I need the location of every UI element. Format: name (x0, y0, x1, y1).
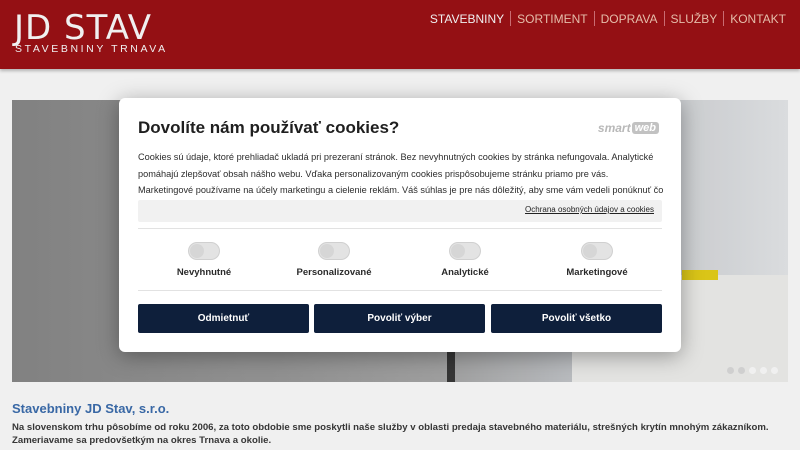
smartweb-logo-box: web (631, 122, 659, 134)
toggle-label: Marketingové (566, 267, 628, 278)
privacy-policy-link[interactable]: Ochrana osobných údajov a cookies (525, 205, 654, 214)
toggle-group-necessary: Nevyhnutné (139, 242, 269, 278)
personalized-toggle[interactable] (318, 242, 350, 260)
toggle-group-analytics: Analytické (400, 242, 530, 278)
toggle-label: Nevyhnutné (176, 267, 232, 278)
toggle-knob (583, 244, 597, 258)
toggle-group-personalized: Personalizované (269, 242, 399, 278)
divider (138, 290, 662, 291)
smartweb-logo: smart web (598, 121, 659, 135)
marketing-toggle[interactable] (581, 242, 613, 260)
allow-selection-button[interactable]: Povoliť výber (314, 304, 485, 333)
toggle-knob (451, 244, 465, 258)
divider (138, 228, 662, 229)
cookie-dialog-title: Dovolíte nám používať cookies? (138, 118, 400, 137)
toggle-group-marketing: Marketingové (532, 242, 662, 278)
toggle-knob (320, 244, 334, 258)
toggle-knob (190, 244, 204, 258)
cookie-consent-dialog: Dovolíte nám používať cookies? smart web… (119, 98, 681, 352)
necessary-toggle[interactable] (188, 242, 220, 260)
policy-bar: Ochrana osobných údajov a cookies (138, 200, 662, 222)
toggle-label: Personalizované (296, 267, 372, 278)
allow-all-button[interactable]: Povoliť všetko (491, 304, 662, 333)
analytics-toggle[interactable] (449, 242, 481, 260)
smartweb-logo-text: smart (597, 121, 631, 135)
toggle-label: Analytické (441, 267, 489, 278)
reject-button[interactable]: Odmietnuť (138, 304, 309, 333)
